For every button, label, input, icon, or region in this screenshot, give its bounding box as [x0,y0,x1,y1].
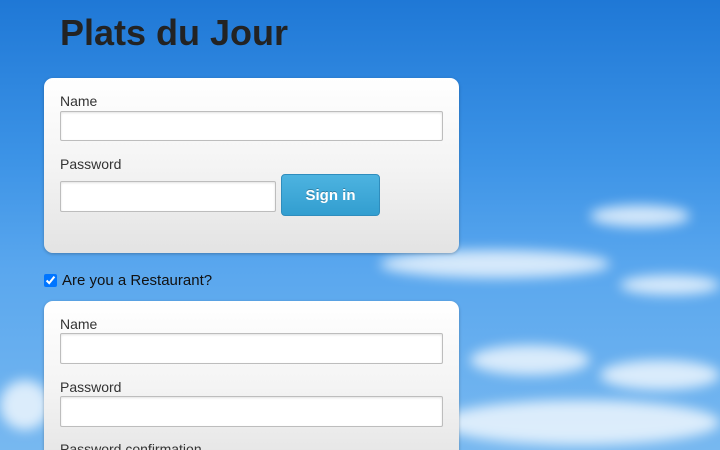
restaurant-password-label: Password [60,379,122,395]
cloud [380,250,610,278]
restaurant-toggle-label: Are you a Restaurant? [62,272,213,289]
cloud [0,380,50,430]
restaurant-toggle[interactable]: Are you a Restaurant? [44,272,212,289]
restaurant-name-label: Name [60,316,98,332]
restaurant-signup-form: Name Password Password confirmation [44,301,459,450]
signin-form: Name Password Sign in [44,78,459,253]
cloud [590,205,690,227]
signin-password-label: Password [60,156,122,172]
cloud [620,275,720,295]
signin-name-label: Name [60,93,98,109]
restaurant-password-confirmation-label: Password confirmation [60,441,202,450]
restaurant-name-input[interactable] [60,333,443,364]
signin-password-input[interactable] [60,181,276,212]
cloud [470,345,590,375]
sign-in-button[interactable]: Sign in [281,174,380,216]
cloud [600,360,720,390]
page-title: Plats du Jour [60,12,289,53]
restaurant-checkbox[interactable] [44,274,57,287]
signin-name-input[interactable] [60,111,443,141]
cloud [440,400,720,445]
restaurant-password-input[interactable] [60,396,443,427]
